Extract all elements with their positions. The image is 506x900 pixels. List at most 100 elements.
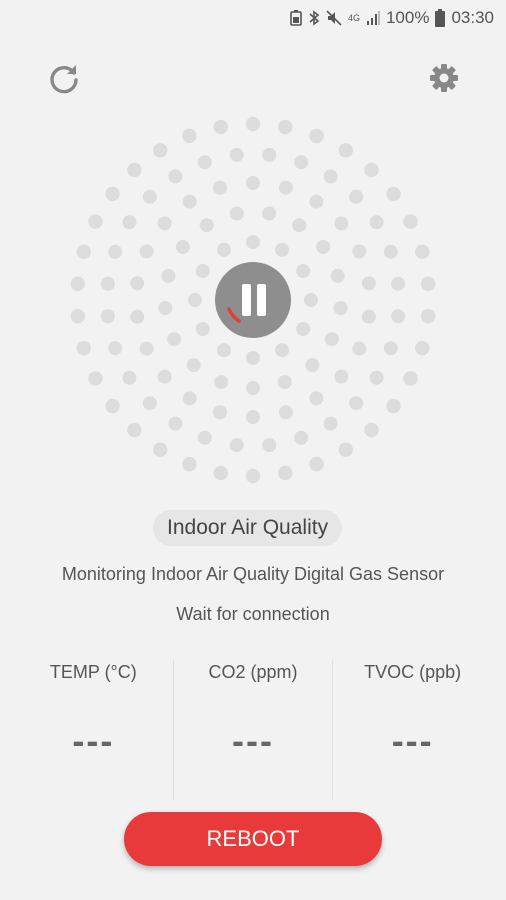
sensor-dot bbox=[213, 465, 228, 481]
sensor-dot bbox=[217, 343, 231, 358]
sensor-dot bbox=[214, 375, 229, 390]
sensor-dot bbox=[364, 422, 379, 438]
sensor-dot bbox=[246, 381, 260, 395]
sensor-dot bbox=[421, 309, 436, 324]
sensor-dot bbox=[364, 162, 379, 178]
sensor-dot bbox=[279, 405, 293, 420]
sensor-dot bbox=[158, 301, 173, 316]
sensor-dot bbox=[108, 244, 123, 259]
metric-tvoc: TVOC (ppb) --- bbox=[332, 660, 492, 800]
sensor-dot bbox=[369, 370, 384, 385]
sensor-dot bbox=[278, 119, 293, 135]
sensor-dot bbox=[323, 416, 338, 431]
sensor-dot bbox=[100, 276, 115, 291]
sensor-dot bbox=[296, 322, 311, 336]
sensor-dot bbox=[349, 396, 364, 411]
sensor-dot bbox=[197, 155, 212, 170]
sensor-dot bbox=[88, 371, 103, 386]
sensor-dot bbox=[278, 465, 293, 481]
sensor-dot-ring bbox=[70, 116, 436, 484]
sensor-dot bbox=[421, 276, 436, 291]
reboot-button[interactable]: REBOOT bbox=[124, 812, 382, 866]
sensor-dot bbox=[157, 369, 172, 384]
sensor-dot bbox=[105, 186, 120, 202]
sensor-dot bbox=[262, 438, 277, 453]
sensor-dot bbox=[70, 276, 86, 291]
sensor-dot bbox=[338, 442, 353, 457]
sensor-dot bbox=[262, 206, 277, 221]
sensor-dot bbox=[182, 128, 197, 144]
sensor-dot bbox=[330, 268, 345, 283]
sensor-dot bbox=[324, 332, 339, 347]
sensor-dot bbox=[229, 206, 244, 221]
sensor-dot bbox=[122, 215, 137, 230]
sensor-dot bbox=[361, 309, 376, 324]
metric-co2: CO2 (ppm) --- bbox=[172, 660, 333, 800]
sensor-dot bbox=[76, 244, 91, 259]
sensor-dot bbox=[127, 162, 142, 178]
sensor-dot bbox=[246, 176, 260, 190]
sensor-dot bbox=[361, 276, 376, 291]
sensor-dot bbox=[296, 264, 311, 278]
sensor-dot bbox=[323, 169, 338, 184]
sensor-dot bbox=[153, 143, 168, 158]
sensor-dot bbox=[122, 370, 137, 385]
sensor-dot bbox=[182, 194, 197, 209]
sensor-dot bbox=[88, 214, 103, 229]
sensor-dot bbox=[349, 189, 364, 204]
sensor-dot bbox=[213, 119, 228, 135]
sensor-dot bbox=[168, 169, 183, 184]
sensor-dot bbox=[369, 215, 384, 230]
page-title: Indoor Air Quality bbox=[153, 510, 343, 546]
sensor-dot bbox=[403, 214, 418, 229]
sensor-dot bbox=[246, 351, 260, 365]
sensor-dot bbox=[76, 341, 91, 356]
sensor-dot bbox=[309, 391, 324, 406]
sensor-dot bbox=[279, 180, 293, 195]
sensor-dot bbox=[175, 240, 190, 254]
sensor-dot bbox=[333, 301, 348, 316]
metric-value: --- bbox=[72, 720, 115, 761]
sensor-dot bbox=[383, 341, 398, 356]
metric-label: TEMP (°C) bbox=[49, 662, 137, 682]
sensor-dot bbox=[245, 468, 261, 484]
sensor-dot bbox=[188, 293, 202, 307]
sensor-dot bbox=[213, 405, 227, 420]
sensor-dot bbox=[391, 309, 406, 324]
sensor-dot bbox=[157, 216, 172, 231]
sensor-dot bbox=[352, 244, 367, 259]
sensor-dot bbox=[262, 147, 277, 162]
sensor-dot bbox=[246, 235, 260, 249]
metric-temp: TEMP (°C) --- bbox=[14, 660, 173, 800]
sensor-dot bbox=[277, 375, 292, 390]
sensor-dot bbox=[217, 242, 231, 257]
sensor-dot bbox=[127, 422, 142, 438]
sensor-dot bbox=[309, 128, 324, 144]
sensor-dot bbox=[182, 391, 197, 406]
sensor-dot bbox=[383, 244, 398, 259]
sensor-dot bbox=[275, 242, 289, 257]
sensor-dot bbox=[197, 430, 212, 445]
sensor-dot bbox=[229, 147, 244, 162]
sensor-dot bbox=[386, 186, 401, 202]
sensor-dot bbox=[100, 309, 115, 324]
sensor-dot bbox=[386, 398, 401, 414]
sensor-dot bbox=[153, 442, 168, 457]
sensor-dot bbox=[245, 116, 261, 132]
sensor-dot bbox=[168, 416, 183, 431]
pause-button[interactable] bbox=[215, 262, 291, 338]
sensor-dot bbox=[275, 343, 289, 358]
sensor-dot bbox=[167, 332, 182, 347]
sensor-dot bbox=[316, 240, 331, 254]
sensor-dot bbox=[294, 430, 309, 445]
sensor-dot bbox=[142, 189, 157, 204]
metric-value: --- bbox=[391, 720, 434, 761]
sensor-dot bbox=[292, 218, 307, 233]
sensor-dot bbox=[70, 309, 86, 324]
sensor-dot bbox=[130, 309, 145, 324]
sensor-dot bbox=[213, 180, 227, 195]
sensor-dot bbox=[105, 398, 120, 414]
sensor-dot bbox=[309, 194, 324, 209]
sensor-dot bbox=[305, 358, 320, 372]
sensor-dot bbox=[246, 410, 260, 424]
